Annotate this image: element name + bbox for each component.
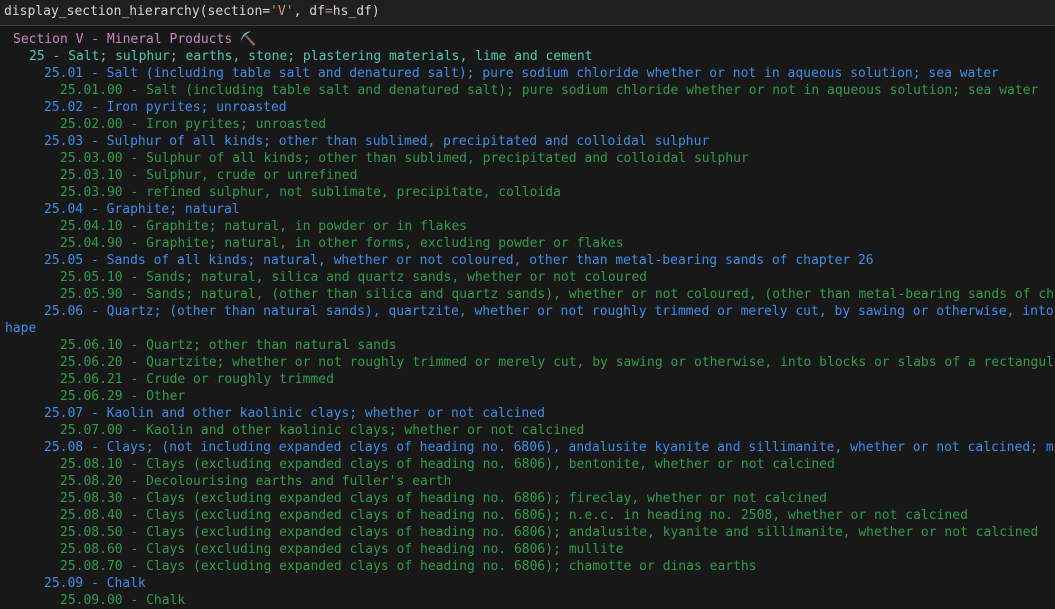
code-function-call: display_section_hierarchy(section= <box>4 4 271 19</box>
output-line-section: Section V - Mineral Products ⛏️ <box>13 32 257 47</box>
output-line-sub: 25.04.90 - Graphite; natural, in other f… <box>60 236 624 251</box>
output-line-sub: 25.06.20 - Quartzite; whether or not rou… <box>60 355 1054 370</box>
output-line-sub: 25.08.20 - Decolourising earths and full… <box>60 474 452 489</box>
output-line-wrap: hape <box>5 321 37 336</box>
output-line-sub: 25.08.40 - Clays (excluding expanded cla… <box>60 508 968 523</box>
code-argument-value: hs_df) <box>332 4 380 19</box>
output-line-sub: 25.03.00 - Sulphur of all kinds; other t… <box>60 151 749 166</box>
output-line-sub: 25.06.21 - Crude or roughly trimmed <box>60 372 334 387</box>
output-line-heading: 25.08 - Clays; (not including expanded c… <box>44 440 1054 455</box>
output-line-sub: 25.01.00 - Salt (including table salt an… <box>60 83 1039 98</box>
output-line-sub: 25.05.90 - Sands; natural, (other than s… <box>60 287 1054 302</box>
code-cell-input[interactable]: display_section_hierarchy(section='V', d… <box>0 0 1055 26</box>
output-line-sub: 25.08.50 - Clays (excluding expanded cla… <box>60 525 1039 540</box>
output-line-heading: 25.01 - Salt (including table salt and d… <box>44 66 999 81</box>
output-line-sub: 25.08.30 - Clays (excluding expanded cla… <box>60 491 828 506</box>
code-argument: , df <box>293 4 325 19</box>
output-line-sub: 25.03.90 - refined sulphur, not sublimat… <box>60 185 561 200</box>
output-line-sub: 25.08.10 - Clays (excluding expanded cla… <box>60 457 835 472</box>
output-line-sub: 25.07.00 - Kaolin and other kaolinic cla… <box>60 423 585 438</box>
output-line-heading: 25.06 - Quartz; (other than natural sand… <box>44 304 1054 319</box>
output-line-sub: 25.02.00 - Iron pyrites; unroasted <box>60 117 327 132</box>
output-line-sub: 25.03.10 - Sulphur, crude or unrefined <box>60 168 358 183</box>
output-line-heading: 25.02 - Iron pyrites; unroasted <box>44 100 287 115</box>
output-line-heading: 25.05 - Sands of all kinds; natural, whe… <box>44 253 874 268</box>
output-line-sub: 25.08.60 - Clays (excluding expanded cla… <box>60 542 624 557</box>
output-line-sub: 25.06.29 - Other <box>60 389 186 404</box>
output-line-sub: 25.08.70 - Clays (excluding expanded cla… <box>60 559 757 574</box>
output-line-sub: 25.05.10 - Sands; natural, silica and qu… <box>60 270 647 285</box>
output-line-heading: 25.09 - Chalk <box>44 576 146 591</box>
cell-output: Section V - Mineral Products ⛏️ 25 - Salt… <box>0 26 1055 609</box>
output-line-sub: 25.09.00 - Chalk <box>60 593 186 608</box>
code-string-literal: 'V' <box>270 4 294 19</box>
output-line-sub: 25.04.10 - Graphite; natural, in powder … <box>60 219 467 234</box>
output-line-heading: 25.03 - Sulphur of all kinds; other than… <box>44 134 710 149</box>
output-line-sub: 25.06.10 - Quartz; other than natural sa… <box>60 338 397 353</box>
code-operator: = <box>324 4 333 19</box>
output-line-heading: 25.04 - Graphite; natural <box>44 202 240 217</box>
output-line-heading: 25.07 - Kaolin and other kaolinic clays;… <box>44 406 545 421</box>
output-line-chapter: 25 - Salt; sulphur; earths, stone; plast… <box>29 49 593 64</box>
